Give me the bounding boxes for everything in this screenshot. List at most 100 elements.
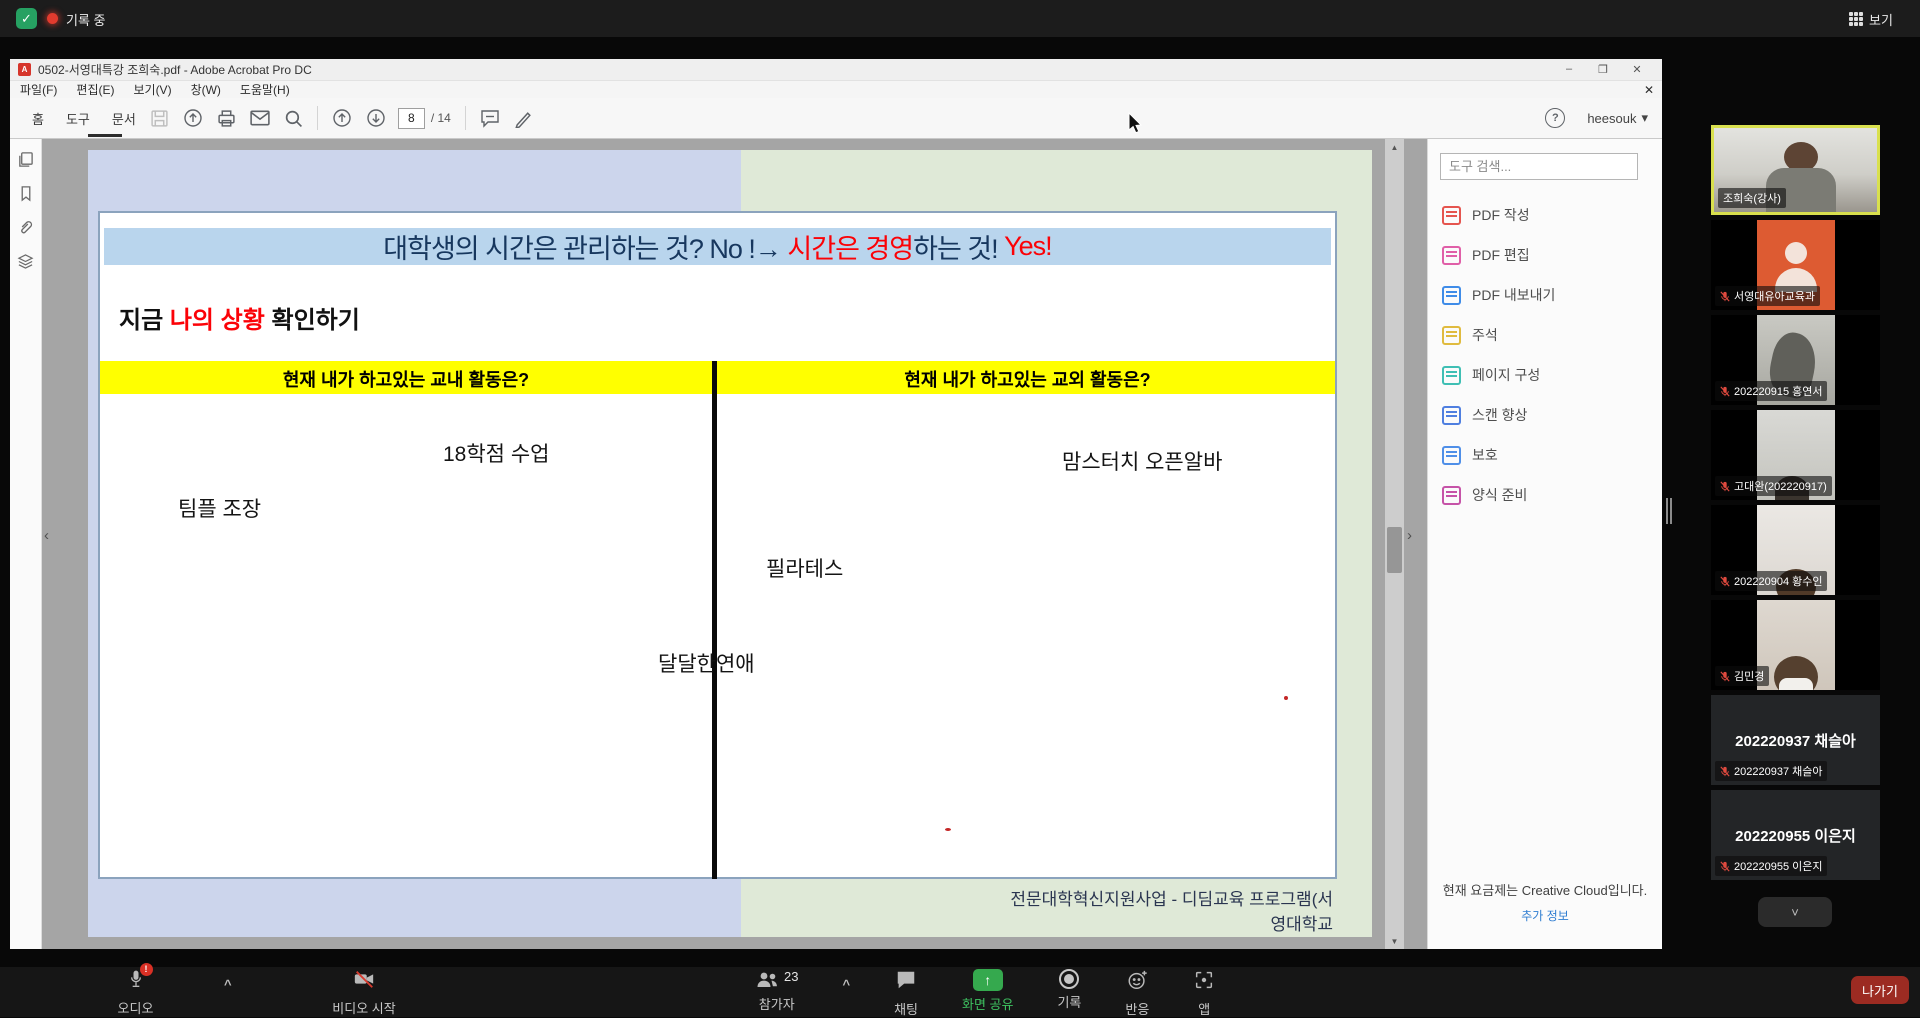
record-button[interactable]: 기록: [1057, 969, 1081, 1011]
tab-tools[interactable]: 도구: [66, 109, 90, 128]
menu-edit[interactable]: 편집(E): [76, 81, 114, 98]
panel-resize-handle[interactable]: [1666, 498, 1674, 524]
reactions-button[interactable]: 반응: [1125, 969, 1149, 1018]
camera-off-icon: [352, 968, 376, 995]
muted-mic-icon: [1720, 291, 1730, 302]
page-number-input[interactable]: [398, 108, 425, 129]
tool-organize-pages[interactable]: 페이지 구성: [1428, 355, 1662, 395]
menu-help[interactable]: 도움말(H): [240, 81, 290, 98]
participant-tile-camera-off[interactable]: 202220937 채슬아 202220937 채슬아: [1711, 695, 1880, 785]
participant-tile[interactable]: 202220915 홍연서: [1711, 315, 1880, 405]
active-tab-underline: [88, 134, 122, 137]
participants-options-caret[interactable]: ^: [842, 977, 850, 992]
comment-icon[interactable]: [480, 108, 500, 128]
muted-mic-icon: [1720, 766, 1730, 777]
participant-tile-speaker[interactable]: 조희숙(강사): [1711, 125, 1880, 215]
slide-item-credits: 18학점 수업: [443, 438, 549, 468]
scroll-up-icon[interactable]: ▲: [1385, 139, 1404, 155]
collapse-left-panel-icon[interactable]: ‹: [44, 528, 49, 543]
save-icon[interactable]: [150, 109, 169, 128]
participant-display-name: 202220955 이은지: [1735, 825, 1856, 846]
menu-close-icon[interactable]: ✕: [1644, 83, 1654, 97]
tool-export-pdf[interactable]: PDF 내보내기: [1428, 275, 1662, 315]
previous-page-icon[interactable]: [332, 108, 352, 128]
bookmarks-icon[interactable]: [18, 185, 34, 202]
document-scrollbar[interactable]: ▲ ▼: [1385, 139, 1404, 949]
search-icon[interactable]: [284, 109, 303, 128]
layers-icon[interactable]: [17, 253, 34, 270]
email-icon[interactable]: [250, 108, 270, 128]
record-icon: [1059, 969, 1079, 989]
participant-tile-camera-off[interactable]: 202220955 이은지 202220955 이은지: [1711, 790, 1880, 880]
muted-mic-icon: [1720, 861, 1730, 872]
apps-button[interactable]: 앱: [1193, 969, 1215, 1018]
more-info-link[interactable]: 추가 정보: [1521, 907, 1569, 924]
right-column-header: 현재 내가 하고있는 교외 활동은?: [720, 366, 1335, 392]
participant-tile[interactable]: 고대완(202220917): [1711, 410, 1880, 500]
page-total-label: / 14: [431, 111, 451, 125]
account-dropdown-icon: ▾: [1641, 110, 1648, 126]
acrobat-tools-panel: PDF 작성 PDF 편집 PDF 내보내기 주석 페이지 구성 스캔 향상 보…: [1427, 139, 1662, 949]
help-icon[interactable]: ?: [1545, 108, 1565, 128]
window-title: 0502-서영대특강 조희숙.pdf - Adobe Acrobat Pro D…: [38, 61, 312, 78]
share-upload-icon[interactable]: [183, 108, 203, 128]
slide-subtitle: 지금 나의 상황 확인하기: [119, 300, 360, 335]
tool-enhance-scans[interactable]: 스캔 향상: [1428, 395, 1662, 435]
muted-mic-icon: [1720, 481, 1730, 492]
view-button[interactable]: 보기: [1843, 7, 1899, 31]
collapse-right-panel-icon[interactable]: ›: [1407, 528, 1412, 543]
share-screen-button[interactable]: ↑ 화면 공유: [962, 969, 1013, 1013]
tab-document[interactable]: 문서: [112, 109, 136, 128]
check-icon: ✓: [21, 11, 32, 27]
recording-indicator-icon: [47, 13, 58, 24]
maximize-button[interactable]: ❐: [1586, 63, 1620, 76]
tool-prepare-form[interactable]: 양식 준비: [1428, 475, 1662, 515]
tool-edit-pdf[interactable]: PDF 편집: [1428, 235, 1662, 275]
face-mask: [1779, 678, 1813, 690]
apps-icon: [1193, 969, 1215, 996]
prepare-form-icon: [1442, 486, 1461, 505]
create-pdf-icon: [1442, 206, 1461, 225]
chevron-down-icon: ˅: [1791, 905, 1799, 920]
scroll-down-icon[interactable]: ▼: [1385, 933, 1404, 949]
tool-comment[interactable]: 주석: [1428, 315, 1662, 355]
organize-pages-icon: [1442, 366, 1461, 385]
participant-tile[interactable]: 202220904 황수인: [1711, 505, 1880, 595]
leave-meeting-button[interactable]: 나가기: [1851, 976, 1909, 1004]
menu-view[interactable]: 보기(V): [133, 81, 171, 98]
security-shield-icon[interactable]: ✓: [16, 8, 37, 29]
page-thumbnails-icon[interactable]: [17, 151, 34, 168]
tools-list: PDF 작성 PDF 편집 PDF 내보내기 주석 페이지 구성 스캔 향상 보…: [1428, 195, 1662, 515]
participant-tile[interactable]: 김민경: [1711, 600, 1880, 690]
participant-tile[interactable]: 서영대유아교육과: [1711, 220, 1880, 310]
print-icon[interactable]: [217, 109, 236, 128]
audio-button[interactable]: ! 오디오: [88, 969, 183, 1015]
audio-options-caret[interactable]: ^: [224, 977, 232, 992]
scrollbar-thumb[interactable]: [1387, 527, 1402, 573]
highlight-pen-icon[interactable]: [514, 109, 533, 128]
tab-home[interactable]: 홈: [32, 109, 44, 128]
account-menu[interactable]: heesouk ▾: [1587, 110, 1648, 126]
next-page-icon[interactable]: [366, 108, 386, 128]
grid-view-icon: [1849, 12, 1863, 26]
muted-mic-icon: [1720, 576, 1730, 587]
tool-create-pdf[interactable]: PDF 작성: [1428, 195, 1662, 235]
toolbar-separator: [465, 106, 466, 130]
minimize-button[interactable]: –: [1552, 63, 1586, 76]
annotation-dot: [1284, 696, 1288, 700]
start-video-button[interactable]: 비디오 시작: [306, 969, 422, 1015]
menu-window[interactable]: 창(W): [191, 81, 221, 98]
left-column-header: 현재 내가 하고있는 교내 활동은?: [100, 366, 712, 392]
participant-name: 202220937 채슬아: [1715, 761, 1827, 781]
attachments-icon[interactable]: [17, 219, 34, 236]
close-button[interactable]: ✕: [1620, 63, 1654, 76]
muted-mic-icon: [1720, 671, 1730, 682]
participants-button[interactable]: 23 참가자: [755, 969, 798, 1013]
chat-button[interactable]: 채팅: [894, 969, 918, 1018]
slide-divider-line: [712, 361, 717, 879]
more-participants-button[interactable]: ˅: [1758, 897, 1832, 927]
menu-file[interactable]: 파일(F): [20, 81, 57, 98]
tools-search-input[interactable]: [1440, 153, 1638, 180]
tool-protect[interactable]: 보호: [1428, 435, 1662, 475]
slide-item-pilates: 필라테스: [766, 553, 843, 583]
